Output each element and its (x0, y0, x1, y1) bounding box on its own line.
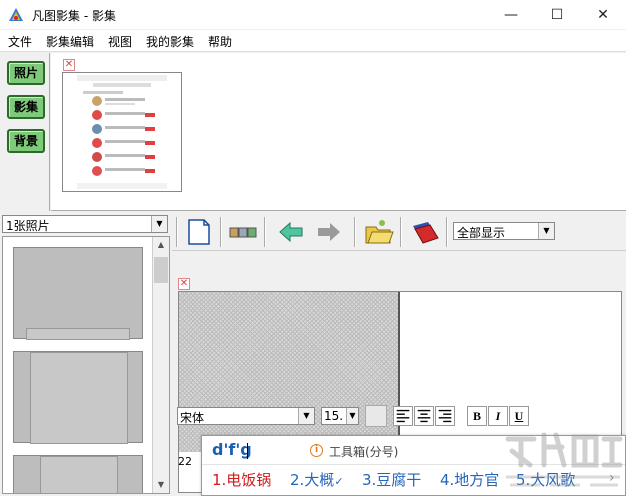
view-select[interactable]: 全部显示 ▼ (453, 222, 555, 240)
chevron-down-icon: ▼ (346, 408, 358, 424)
ime-candidate-2[interactable]: 2.大概✓ (290, 469, 344, 490)
phone-screenshot-thumbnail-icon (63, 73, 181, 191)
ime-toolbox-hint[interactable]: 工具箱(分号) (329, 443, 398, 460)
toolbar-separator (446, 217, 448, 247)
chevron-down-icon: ▼ (298, 408, 314, 424)
vertical-scrollbar[interactable]: ▲ ▼ (152, 237, 169, 493)
align-center-icon[interactable] (414, 406, 434, 426)
slide-list: ▲ ▼ (2, 236, 170, 494)
ime-candidate-1[interactable]: 1.电饭锅 (212, 469, 271, 490)
back-arrow-icon[interactable] (276, 217, 306, 247)
tab-backgrounds[interactable]: 背景 (7, 129, 45, 153)
thumbnail-close-icon[interactable]: ✕ (63, 59, 75, 71)
menu-file[interactable]: 文件 (8, 33, 32, 50)
album-book-icon[interactable] (410, 217, 440, 247)
ime-divider (202, 464, 625, 465)
text-format-bar: 宋体 ▼ 15. ▼ B I U (177, 405, 537, 427)
underline-button[interactable]: U (509, 406, 529, 426)
chevron-down-icon: ▼ (151, 216, 167, 232)
layout-icon[interactable] (228, 217, 258, 247)
toolbar-separator (220, 217, 222, 247)
ime-candidate-5[interactable]: 5.大风歌 (516, 469, 575, 490)
info-icon[interactable]: i (310, 444, 323, 457)
font-size-select[interactable]: 15. ▼ (321, 407, 359, 425)
ime-caret (247, 443, 248, 459)
window-title: 凡图影集 - 影集 (32, 9, 116, 23)
bold-button[interactable]: B (467, 406, 487, 426)
scrollbar-thumb[interactable] (154, 257, 168, 283)
forward-arrow-icon[interactable] (314, 217, 344, 247)
ime-candidate-3[interactable]: 3.豆腐干 (362, 469, 421, 490)
photo-count-select[interactable]: 1张照片 ▼ (2, 215, 168, 233)
toolbar-separator (400, 217, 402, 247)
line-number: 22 (178, 455, 192, 468)
new-page-icon[interactable] (184, 217, 214, 247)
font-size-value: 15. (324, 409, 344, 423)
app-icon (9, 8, 23, 21)
maximize-button[interactable]: ☐ (534, 0, 580, 30)
photo-thumbnail[interactable] (62, 72, 182, 192)
open-folder-icon[interactable] (364, 217, 394, 247)
align-right-icon[interactable] (435, 406, 455, 426)
next-page-icon[interactable]: › (609, 470, 615, 486)
align-left-icon[interactable] (393, 406, 413, 426)
chevron-down-icon: ▼ (538, 223, 554, 239)
title-bar: 凡图影集 - 影集 — ☐ ✕ (0, 0, 626, 30)
toolbar-separator (354, 217, 356, 247)
close-button[interactable]: ✕ (580, 0, 626, 30)
menu-help[interactable]: 帮助 (208, 33, 232, 50)
menu-view[interactable]: 视图 (108, 33, 132, 50)
menu-my-albums[interactable]: 我的影集 (146, 33, 194, 50)
check-icon: ✓ (334, 475, 344, 488)
font-select-value: 宋体 (180, 411, 205, 425)
slide-thumbnail[interactable] (13, 351, 143, 444)
thumbnail-strip: ✕ (51, 53, 626, 211)
view-select-value: 全部显示 (457, 226, 506, 240)
ime-composition: d'f'g (212, 440, 252, 459)
photo-placeholder[interactable] (179, 292, 400, 452)
toolbar-separator (176, 217, 178, 247)
tab-photos[interactable]: 照片 (7, 61, 45, 85)
side-tab-column: 照片 影集 背景 (0, 53, 50, 211)
text-color-button[interactable] (365, 405, 387, 427)
scroll-down-icon[interactable]: ▼ (153, 477, 169, 493)
menu-bar: 文件 影集编辑 视图 我的影集 帮助 (0, 30, 626, 52)
slide-thumbnail[interactable] (13, 247, 143, 340)
ime-candidate-window: d'f'g i 工具箱(分号) 1.电饭锅 2.大概✓ 3.豆腐干 4.地方官 … (201, 435, 626, 496)
scroll-up-icon[interactable]: ▲ (153, 237, 169, 253)
canvas-close-icon[interactable]: ✕ (178, 278, 190, 290)
toolbar: 全部显示 ▼ (172, 213, 626, 251)
font-select[interactable]: 宋体 ▼ (177, 407, 315, 425)
minimize-button[interactable]: — (488, 0, 534, 30)
menu-album-edit[interactable]: 影集编辑 (46, 33, 94, 50)
tab-albums[interactable]: 影集 (7, 95, 45, 119)
italic-button[interactable]: I (488, 406, 508, 426)
ime-candidate-4[interactable]: 4.地方官 (440, 469, 499, 490)
slide-thumbnail[interactable] (13, 455, 143, 493)
toolbar-separator (264, 217, 266, 247)
photo-count-value: 1张照片 (6, 219, 50, 233)
